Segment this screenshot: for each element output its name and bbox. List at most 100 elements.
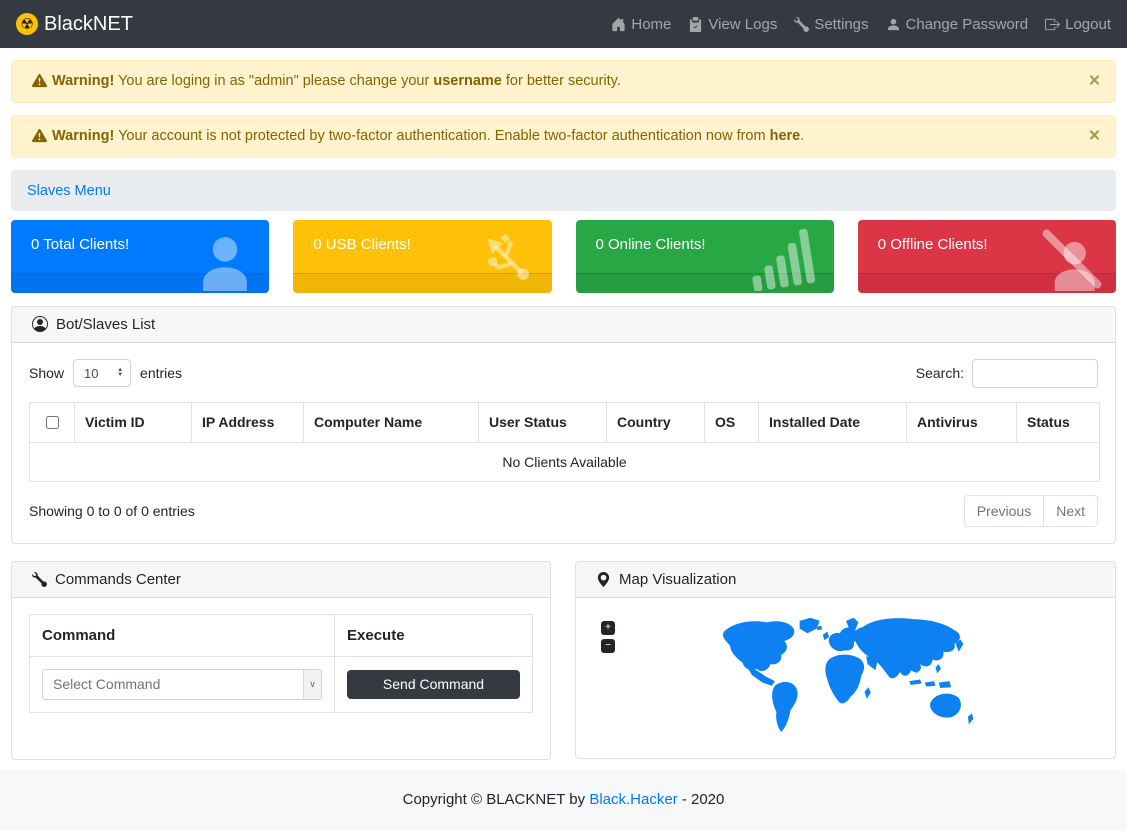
commands-center-header: Commands Center — [12, 562, 550, 598]
nav-item-settings[interactable]: Settings — [794, 16, 868, 33]
page-length-control: Show 10 ▲▼ entries — [29, 359, 182, 387]
alert-text: for better security. — [502, 73, 621, 89]
stat-card-online-clients: 0 Online Clients! — [576, 220, 834, 293]
person-circle-icon — [32, 316, 48, 332]
map-region-australia — [930, 693, 961, 717]
logs-icon — [688, 17, 703, 32]
column-header-user-status: User Status — [479, 402, 607, 442]
nav-label: Logout — [1065, 16, 1111, 33]
nav-item-logout[interactable]: Logout — [1045, 16, 1111, 33]
map-region-africa — [825, 654, 864, 703]
column-header-execute: Execute — [335, 614, 533, 656]
nav-label: Home — [631, 16, 671, 33]
map-header: Map Visualization — [576, 562, 1115, 598]
user-slash-icon — [1040, 227, 1104, 291]
nav-item-home[interactable]: Home — [611, 16, 671, 33]
alert-prefix: Warning! — [52, 73, 114, 89]
map-region-south-america — [772, 682, 797, 732]
next-page-button[interactable]: Next — [1044, 495, 1098, 527]
card-title: Bot/Slaves List — [56, 316, 155, 333]
map-region-indonesia-1 — [909, 679, 921, 684]
brand-label: BlackNET — [44, 13, 133, 36]
navbar: ☢ BlackNET Home View Logs Settings Chang… — [0, 0, 1127, 48]
warning-alert-username: Warning! You are loging in as "admin" pl… — [11, 60, 1116, 103]
wrench-icon — [32, 572, 47, 587]
world-map[interactable] — [707, 608, 985, 748]
table-header-row: Victim ID IP Address Computer Name User … — [30, 402, 1100, 442]
empty-row: No Clients Available — [30, 442, 1100, 481]
stat-card-total-clients: 0 Total Clients! — [11, 220, 269, 293]
select-arrows-icon: ▲▼ — [117, 368, 123, 378]
stat-label: 0 Online Clients! — [596, 236, 706, 253]
map-body: + − — [576, 598, 1115, 758]
signal-bars-icon — [747, 227, 822, 291]
column-header-installed-date: Installed Date — [759, 402, 907, 442]
zoom-in-button[interactable]: + — [601, 621, 615, 635]
logout-icon — [1045, 17, 1060, 32]
command-select[interactable]: Select Command ∨ — [42, 669, 322, 700]
card-title: Map Visualization — [619, 571, 736, 588]
nav-item-change-password[interactable]: Change Password — [886, 16, 1029, 33]
column-header-antivirus: Antivirus — [907, 402, 1017, 442]
nav-links: Home View Logs Settings Change Password … — [594, 16, 1111, 33]
pagination: Previous Next — [964, 495, 1098, 527]
close-icon[interactable]: × — [1089, 72, 1100, 91]
map-region-new-guinea — [938, 681, 950, 688]
search-input[interactable] — [972, 359, 1098, 388]
warning-triangle-icon — [32, 128, 47, 143]
map-pin-icon — [596, 572, 611, 587]
table-search: Search: — [916, 359, 1098, 388]
map-region-indonesia-2 — [924, 681, 935, 686]
person-icon — [886, 17, 901, 32]
footer: Copyright © BLACKNET by Black.Hacker - 2… — [0, 770, 1127, 831]
card-title: Commands Center — [55, 571, 181, 588]
alert-text: You are loging in as "admin" please chan… — [114, 73, 433, 89]
alert-text: Your account is not protected by two-fac… — [114, 128, 769, 144]
chevron-down-icon: ∨ — [303, 670, 321, 699]
alert-bold-username: username — [433, 73, 502, 89]
table-info: Showing 0 to 0 of 0 entries — [29, 503, 195, 519]
usb-icon — [476, 227, 540, 291]
close-icon[interactable]: × — [1089, 127, 1100, 146]
map-region-asia — [853, 618, 959, 678]
column-header-country: Country — [607, 402, 705, 442]
bots-list-card: Bot/Slaves List Show 10 ▲▼ entries Searc… — [11, 306, 1116, 544]
commands-center-card: Commands Center Command Execute — [11, 561, 551, 760]
stat-card-usb-clients: 0 USB Clients! — [293, 220, 551, 293]
author-link[interactable]: Black.Hacker — [589, 791, 677, 808]
send-command-button[interactable]: Send Command — [347, 670, 520, 699]
enable-2fa-link[interactable]: here — [770, 128, 801, 144]
map-region-madagascar — [864, 687, 870, 699]
breadcrumb-link-slaves-menu[interactable]: Slaves Menu — [27, 183, 111, 199]
footer-text: - 2020 — [678, 791, 725, 808]
stat-label: 0 Offline Clients! — [878, 236, 988, 253]
page-length-select[interactable]: 10 ▲▼ — [73, 359, 131, 387]
footer-text: Copyright © BLACKNET by — [403, 791, 590, 808]
empty-table-message: No Clients Available — [30, 442, 1100, 481]
command-select-value: Select Command — [53, 676, 160, 692]
map-region-philippines — [935, 664, 940, 673]
nav-label: Change Password — [906, 16, 1029, 33]
nav-item-view-logs[interactable]: View Logs — [688, 16, 777, 33]
brand-link[interactable]: ☢ BlackNET — [16, 13, 133, 36]
search-label: Search: — [916, 365, 964, 381]
bots-table: Victim ID IP Address Computer Name User … — [29, 402, 1100, 482]
stat-label: 0 USB Clients! — [313, 236, 411, 253]
alert-text: . — [800, 128, 804, 144]
map-region-new-zealand — [968, 713, 973, 724]
stat-label: 0 Total Clients! — [31, 236, 129, 253]
map-region-europe — [828, 627, 857, 651]
alert-prefix: Warning! — [52, 128, 114, 144]
select-all-checkbox[interactable] — [46, 416, 59, 429]
map-region-arabia — [866, 656, 878, 670]
warning-alert-2fa: Warning! Your account is not protected b… — [11, 115, 1116, 158]
entries-label: entries — [140, 365, 182, 381]
wrench-icon — [794, 17, 809, 32]
zoom-out-button[interactable]: − — [601, 639, 615, 653]
previous-page-button[interactable]: Previous — [964, 495, 1044, 527]
map-region-north-america — [722, 621, 793, 671]
stat-card-offline-clients: 0 Offline Clients! — [858, 220, 1116, 293]
commands-table: Command Execute Select Command ∨ — [29, 614, 533, 713]
map-zoom-controls: + − — [601, 621, 615, 653]
show-label: Show — [29, 365, 64, 381]
